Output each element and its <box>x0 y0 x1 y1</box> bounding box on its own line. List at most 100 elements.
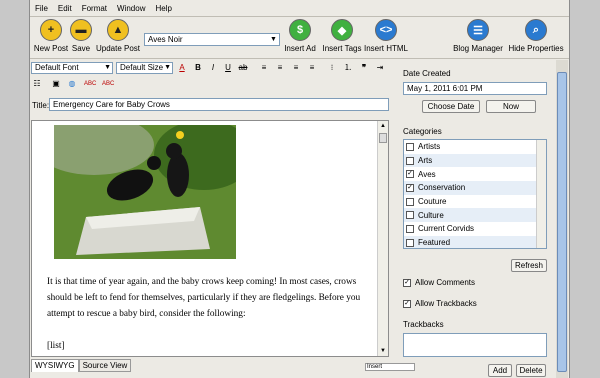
blockquote-icon[interactable]: ❞ <box>358 62 370 74</box>
list-icon[interactable]: ☷ <box>31 78 43 90</box>
add-button[interactable]: Add <box>488 364 512 377</box>
post-paragraph: It is that time of year again, and the b… <box>47 277 361 319</box>
menu-bar: File Edit Format Window Help <box>30 2 569 16</box>
category-label: Culture <box>418 210 444 220</box>
menu-window[interactable]: Window <box>112 2 150 16</box>
chevron-down-icon: ▼ <box>104 64 111 71</box>
checkbox[interactable]: ✓ <box>403 278 411 287</box>
up-arrow-icon: ▲ <box>107 19 129 41</box>
allow-comments-row[interactable]: ✓ Allow Comments <box>403 278 475 287</box>
list-item[interactable]: Culture <box>404 208 546 223</box>
checkbox[interactable]: ✓ <box>403 299 411 308</box>
save-label: Save <box>71 44 91 53</box>
toolbar-divider <box>30 58 569 59</box>
image-icon[interactable]: ▣ <box>50 78 62 90</box>
chevron-down-icon: ▼ <box>270 36 277 43</box>
menu-divider <box>30 16 569 17</box>
category-label: Artists <box>418 142 441 152</box>
size-select[interactable]: Default Size ▼ <box>116 62 173 74</box>
align-left-icon[interactable]: ≡ <box>258 62 270 74</box>
blog-select[interactable]: Aves Noir ▼ <box>144 33 280 46</box>
checkbox[interactable]: ✓ <box>406 170 414 179</box>
list-item[interactable]: ✓ Aves <box>404 167 546 181</box>
editor-tabs: WYSIWYG Source View <box>31 359 132 372</box>
allow-trackbacks-row[interactable]: ✓ Allow Trackbacks <box>403 299 477 308</box>
category-label: Conservation <box>418 183 466 193</box>
checkbox[interactable] <box>406 211 414 220</box>
font-select[interactable]: Default Font ▼ <box>31 62 113 74</box>
update-post-button[interactable]: ▲ Update Post <box>96 19 140 53</box>
category-label: Current Corvids <box>418 224 475 234</box>
insert-tags-label: Insert Tags <box>322 44 362 53</box>
properties-scroll-thumb[interactable] <box>557 72 567 372</box>
globe-link-icon[interactable]: ◍ <box>66 78 78 90</box>
tab-source-view[interactable]: Source View <box>78 359 132 372</box>
strike-button[interactable]: ab <box>237 62 249 74</box>
now-button[interactable]: Now <box>486 100 536 113</box>
hide-properties-button[interactable]: ⌕ Hide Properties <box>508 19 564 53</box>
list-item[interactable]: Couture <box>404 195 546 209</box>
list-item[interactable]: Artists <box>404 140 546 154</box>
title-label: Title: <box>32 101 50 110</box>
spellcheck-icon[interactable]: ABC <box>84 78 96 90</box>
checkbox[interactable] <box>406 197 414 206</box>
spellcheck-options-icon[interactable]: ABC <box>102 78 114 90</box>
insert-tags-button[interactable]: ◆ Insert Tags <box>322 19 362 53</box>
wysiwyg-editor[interactable]: It is that time of year again, and the b… <box>31 120 389 357</box>
list-item[interactable]: Current Corvids <box>404 222 546 236</box>
tab-wysiwyg[interactable]: WYSIWYG <box>31 359 79 372</box>
blog-manager-label: Blog Manager <box>453 44 503 53</box>
magnifier-icon: ⌕ <box>525 19 547 41</box>
hide-properties-label: Hide Properties <box>508 44 564 53</box>
checkbox[interactable] <box>406 142 414 151</box>
bullet-list-icon[interactable]: ⁝ <box>326 62 338 74</box>
bold-button[interactable]: B <box>192 62 204 74</box>
date-created-field[interactable]: May 1, 2011 6:01 PM <box>403 82 547 95</box>
insert-ad-button[interactable]: $ Insert Ad <box>280 19 320 53</box>
category-label: Arts <box>418 156 433 166</box>
category-label: Aves <box>418 169 436 179</box>
date-created-label: Date Created <box>403 69 451 78</box>
editor-scroll-thumb[interactable] <box>379 133 387 143</box>
numbered-list-icon[interactable]: ⒈ <box>342 62 354 74</box>
indent-icon[interactable]: ⇥ <box>374 62 386 74</box>
choose-date-button[interactable]: Choose Date <box>422 100 480 113</box>
list-item[interactable]: Arts <box>404 153 546 168</box>
scroll-down-icon[interactable]: ▼ <box>378 346 388 356</box>
chevron-down-icon: ▼ <box>164 64 171 71</box>
properties-scrollbar[interactable] <box>556 60 568 378</box>
list-item[interactable]: ✓ Conservation <box>404 181 546 195</box>
app-window: File Edit Format Window Help + New Post … <box>29 0 570 378</box>
menu-file[interactable]: File <box>30 2 53 16</box>
new-post-icon: + <box>40 19 62 41</box>
insert-ad-label: Insert Ad <box>284 44 316 53</box>
size-select-value: Default Size <box>120 63 164 72</box>
insert-html-button[interactable]: <> Insert HTML <box>364 19 408 53</box>
tag-icon: ◆ <box>331 19 353 41</box>
checkbox[interactable] <box>406 224 414 233</box>
checkbox[interactable]: ✓ <box>406 183 414 192</box>
checkbox[interactable] <box>406 238 414 247</box>
menu-help[interactable]: Help <box>150 2 176 16</box>
italic-button[interactable]: I <box>207 62 219 74</box>
categories-scrollbar[interactable] <box>536 140 546 248</box>
text-color-button[interactable]: A <box>176 62 188 74</box>
trackbacks-list[interactable] <box>403 333 547 357</box>
list-item[interactable]: Featured <box>404 235 546 248</box>
refresh-button[interactable]: Refresh <box>511 259 547 272</box>
align-right-icon[interactable]: ≡ <box>290 62 302 74</box>
menu-edit[interactable]: Edit <box>53 2 77 16</box>
allow-comments-label: Allow Comments <box>415 278 476 287</box>
title-input[interactable]: Emergency Care for Baby Crows <box>49 98 389 111</box>
delete-button[interactable]: Delete <box>516 364 546 377</box>
blog-manager-button[interactable]: ☰ Blog Manager <box>453 19 503 53</box>
blog-manager-icon: ☰ <box>467 19 489 41</box>
checkbox[interactable] <box>406 156 414 165</box>
menu-format[interactable]: Format <box>77 2 112 16</box>
justify-icon[interactable]: ≡ <box>306 62 318 74</box>
editor-scrollbar[interactable]: ▲ ▼ <box>377 121 388 356</box>
align-center-icon[interactable]: ≡ <box>274 62 286 74</box>
scroll-up-icon[interactable]: ▲ <box>378 121 388 131</box>
categories-list[interactable]: Artists Arts ✓ Aves ✓ Conservation Couture… <box>403 139 547 249</box>
underline-button[interactable]: U <box>222 62 234 74</box>
